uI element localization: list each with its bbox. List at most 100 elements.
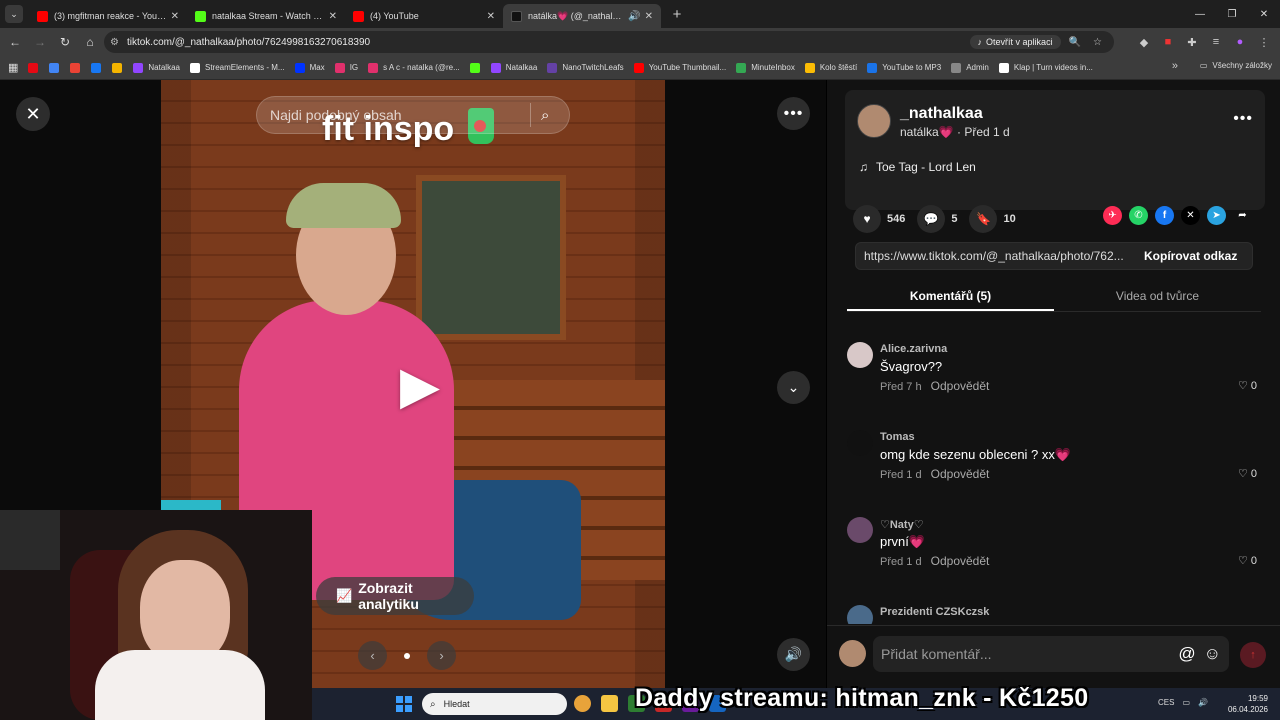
avatar[interactable] xyxy=(857,104,891,138)
browser-tab-2[interactable]: natalkaa Stream - Watch Live on ✕ xyxy=(187,4,345,28)
save-button[interactable]: 🔖 10 xyxy=(969,205,1016,233)
bookmark-item[interactable] xyxy=(469,62,485,73)
bookmark-item[interactable]: YouTube to MP3 xyxy=(867,62,941,73)
comment-username[interactable]: Alice.zarivna xyxy=(880,343,947,355)
reading-list-icon[interactable]: ≡ xyxy=(1208,32,1224,52)
bookmark-item[interactable]: Natalkaa xyxy=(133,62,180,73)
mention-icon[interactable]: @ xyxy=(1178,644,1195,664)
share-link-url[interactable]: https://www.tiktok.com/@_nathalkaa/photo… xyxy=(856,249,1134,263)
zoom-icon[interactable]: 🔍 xyxy=(1069,37,1081,48)
bookmark-item[interactable] xyxy=(70,62,85,73)
bookmark-item[interactable]: Klap | Turn videos in... xyxy=(998,62,1093,73)
comment-username[interactable]: Prezidenti CZSKczsk xyxy=(880,606,989,618)
reply-button[interactable]: Odpovědět xyxy=(931,467,990,481)
more-bookmarks-icon[interactable]: » xyxy=(1172,60,1178,72)
bookmark-item[interactable]: Max xyxy=(294,62,325,73)
apps-grid-icon[interactable]: ▦ xyxy=(8,61,18,74)
url-text[interactable]: tiktok.com/@_nathalkaa/photo/76249981632… xyxy=(127,37,970,48)
reload-icon[interactable]: ↻ xyxy=(53,30,77,54)
taskbar-clock[interactable]: 19:59 06.04.2026 xyxy=(1228,693,1268,715)
comment-button[interactable]: 💬 5 xyxy=(917,205,957,233)
share-arrow-icon[interactable]: ➦ xyxy=(1233,206,1252,225)
tab-audio-icon[interactable]: 🔊 xyxy=(628,11,640,22)
bookmark-item[interactable]: IG xyxy=(334,62,358,73)
more-options-button[interactable]: ••• xyxy=(777,97,810,130)
browser-menu-icon[interactable]: ⋮ xyxy=(1256,32,1272,52)
back-arrow-icon[interactable]: ← xyxy=(3,30,27,54)
tab-comments[interactable]: Komentářů (5) xyxy=(847,280,1054,311)
comment-like-button[interactable]: ♡ 0 xyxy=(1238,467,1257,480)
search-input[interactable] xyxy=(270,107,520,123)
like-button[interactable]: ♥ 546 xyxy=(853,205,905,233)
tab-close-icon[interactable]: ✕ xyxy=(487,11,495,22)
reply-button[interactable]: Odpovědět xyxy=(931,554,990,568)
emoji-icon[interactable]: ☺ xyxy=(1204,644,1221,664)
author-more-icon[interactable]: ••• xyxy=(1233,110,1253,128)
tab-close-icon[interactable]: ✕ xyxy=(645,11,653,22)
home-icon[interactable]: ⌂ xyxy=(78,30,102,54)
commenter-avatar[interactable] xyxy=(847,605,873,624)
commenter-avatar[interactable] xyxy=(847,517,873,543)
bookmark-item[interactable]: Kolo štěstí xyxy=(804,62,857,73)
pdf-extension-icon[interactable]: ■ xyxy=(1160,32,1176,52)
taskbar-search[interactable]: ⌕ Hledat xyxy=(422,693,567,715)
bookmark-item[interactable] xyxy=(112,62,127,73)
next-post-button[interactable]: ⌄ xyxy=(777,371,810,404)
site-info-icon[interactable]: ⚙ xyxy=(110,37,119,48)
commenter-avatar[interactable] xyxy=(847,342,873,368)
bookmark-item[interactable]: StreamElements - M... xyxy=(189,62,285,73)
comment-like-button[interactable]: ♡ 0 xyxy=(1238,554,1257,567)
previous-photo-button[interactable]: ‹ xyxy=(358,641,387,670)
forward-arrow-icon[interactable]: → xyxy=(28,30,52,54)
next-photo-button[interactable]: › xyxy=(427,641,456,670)
close-window-icon[interactable]: ✕ xyxy=(1248,0,1280,28)
page-dot[interactable] xyxy=(404,652,410,659)
volume-icon[interactable]: 🔊 xyxy=(1198,698,1208,707)
new-tab-button[interactable]: + xyxy=(667,4,687,24)
tab-search-button[interactable]: ⌄ xyxy=(5,5,23,23)
bookmark-item[interactable]: NanoTwitchLeafs xyxy=(547,62,624,73)
comment-username[interactable]: Tomas xyxy=(880,431,915,443)
send-comment-button[interactable]: ↑ xyxy=(1240,642,1266,668)
tab-creator-videos[interactable]: Videa od tvůrce xyxy=(1054,280,1261,311)
chrome-icon[interactable] xyxy=(574,695,591,712)
comment-like-button[interactable]: ♡ 0 xyxy=(1238,379,1257,392)
open-in-app-button[interactable]: ♪ Otevřít v aplikaci xyxy=(969,35,1061,49)
browser-tab-1[interactable]: (3) mgfitman reakce - YouTube ✕ xyxy=(29,4,187,28)
bookmark-item[interactable]: Natalkaa xyxy=(490,62,537,73)
all-bookmarks-folder[interactable]: ▭ Všechny záložky xyxy=(1200,61,1272,70)
restore-icon[interactable]: ❐ xyxy=(1216,0,1248,28)
bookmark-star-icon[interactable]: ☆ xyxy=(1093,37,1102,48)
lang-indicator[interactable]: CES xyxy=(1158,698,1174,707)
play-icon[interactable]: ▶ xyxy=(393,357,447,415)
commenter-avatar[interactable] xyxy=(847,430,873,456)
file-explorer-icon[interactable] xyxy=(601,695,618,712)
copy-link-button[interactable]: Kopírovat odkaz xyxy=(1144,249,1237,263)
comment-username[interactable]: ♡Naty♡ xyxy=(880,518,924,531)
network-icon[interactable]: ▭ xyxy=(1182,698,1190,707)
close-viewer-button[interactable]: ✕ xyxy=(16,97,50,131)
bookmark-item[interactable]: s A c - natalka (@re... xyxy=(368,62,460,73)
minimize-icon[interactable]: — xyxy=(1184,0,1216,28)
browser-tab-3[interactable]: (4) YouTube ✕ xyxy=(345,4,503,28)
bookmark-item[interactable]: MinuteInbox xyxy=(736,62,795,73)
comment-input[interactable] xyxy=(881,646,1179,662)
address-bar[interactable]: ⚙ tiktok.com/@_nathalkaa/photo/762499816… xyxy=(104,31,1114,53)
reply-button[interactable]: Odpovědět xyxy=(931,379,990,393)
view-analytics-button[interactable]: 📈 Zobrazit analytiku xyxy=(316,577,474,615)
bookmark-item[interactable] xyxy=(49,62,64,73)
tab-close-icon[interactable]: ✕ xyxy=(329,11,337,22)
similar-content-search[interactable]: ⌕ xyxy=(256,96,570,134)
bookmark-item[interactable] xyxy=(28,62,43,73)
x-icon[interactable]: ✕ xyxy=(1181,206,1200,225)
browser-tab-4[interactable]: natálka💗 (@_nathalkaa) | 🔊 ✕ xyxy=(503,4,661,28)
extensions-puzzle-icon[interactable]: ✚ xyxy=(1184,32,1200,52)
windows-start-icon[interactable] xyxy=(396,696,412,712)
author-username[interactable]: _nathalkaa xyxy=(900,105,983,123)
repost-icon[interactable]: ✈ xyxy=(1103,206,1122,225)
bookmark-item[interactable]: YouTube Thumbnail... xyxy=(633,62,726,73)
bookmark-item[interactable] xyxy=(91,62,106,73)
whatsapp-icon[interactable]: ✆ xyxy=(1129,206,1148,225)
facebook-icon[interactable]: f xyxy=(1155,206,1174,225)
bookmark-item[interactable]: Admin xyxy=(951,62,989,73)
